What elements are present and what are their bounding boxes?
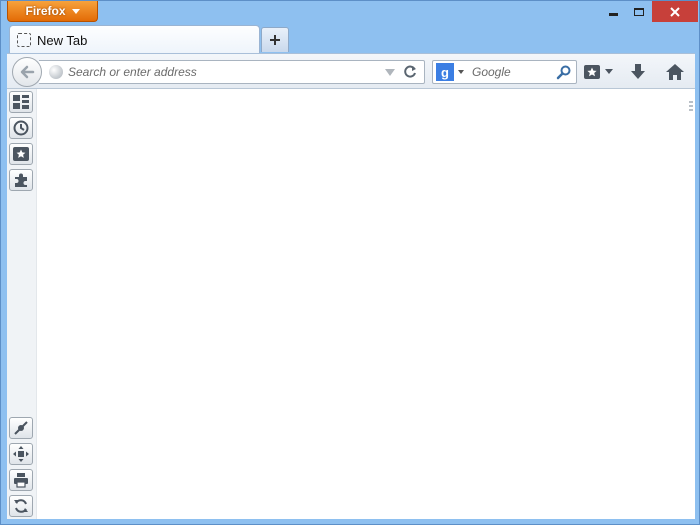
tab-new-tab[interactable]: New Tab bbox=[9, 25, 260, 54]
minimize-icon bbox=[608, 13, 618, 16]
firefox-menu-label: Firefox bbox=[25, 4, 66, 18]
resize-grip-icon[interactable] bbox=[689, 101, 693, 113]
sync-button[interactable] bbox=[9, 495, 33, 517]
close-button[interactable] bbox=[652, 1, 698, 22]
fullscreen-button[interactable] bbox=[9, 443, 33, 465]
sync-icon bbox=[14, 499, 28, 513]
addons-puzzle-icon bbox=[15, 173, 27, 187]
back-button[interactable] bbox=[12, 57, 42, 87]
back-arrow-icon bbox=[20, 65, 35, 79]
home-icon[interactable] bbox=[665, 62, 685, 82]
page-viewport[interactable] bbox=[38, 89, 695, 519]
connect-button[interactable] bbox=[9, 417, 33, 439]
downloads-icon[interactable] bbox=[628, 62, 648, 82]
print-button[interactable] bbox=[9, 469, 33, 491]
side-toolbar bbox=[7, 89, 37, 519]
maximize-icon bbox=[634, 7, 644, 16]
close-icon bbox=[670, 6, 680, 17]
newtab-grid-button[interactable] bbox=[9, 91, 33, 113]
engine-dropdown-icon[interactable] bbox=[458, 70, 464, 74]
minimize-button[interactable] bbox=[600, 1, 626, 22]
newtab-grid-icon bbox=[13, 95, 29, 109]
navigation-toolbar: g bbox=[7, 53, 695, 89]
search-icon[interactable] bbox=[556, 64, 572, 80]
bookmarks-star-icon bbox=[584, 65, 600, 79]
content-area bbox=[7, 89, 695, 519]
print-icon bbox=[14, 473, 28, 488]
connect-icon bbox=[14, 421, 28, 435]
tab-title: New Tab bbox=[37, 32, 88, 48]
firefox-menu-button[interactable]: Firefox bbox=[7, 1, 98, 22]
maximize-button[interactable] bbox=[626, 1, 652, 22]
window-controls bbox=[600, 1, 698, 22]
fullscreen-icon bbox=[13, 446, 29, 462]
blank-page-icon bbox=[17, 33, 31, 47]
history-button[interactable] bbox=[9, 117, 33, 139]
search-engine-icon[interactable]: g bbox=[436, 63, 454, 81]
reload-icon[interactable] bbox=[402, 64, 418, 80]
search-bar[interactable]: g bbox=[432, 60, 577, 84]
caret-down-icon bbox=[71, 8, 80, 14]
history-dropdown-icon[interactable] bbox=[385, 68, 395, 76]
site-identity-icon bbox=[49, 65, 63, 79]
bookmarks-star-icon bbox=[13, 147, 29, 161]
bookmarks-menu-button[interactable] bbox=[583, 62, 615, 82]
caret-down-icon bbox=[605, 69, 613, 74]
history-clock-icon bbox=[13, 120, 29, 136]
url-input[interactable] bbox=[68, 65, 385, 79]
browser-window: Firefox New Tab Search or enter address … bbox=[0, 0, 700, 525]
addons-button[interactable] bbox=[9, 169, 33, 191]
new-tab-button[interactable] bbox=[261, 27, 289, 52]
bookmarks-sidebar-button[interactable] bbox=[9, 143, 33, 165]
plus-icon bbox=[270, 35, 280, 45]
url-bar[interactable] bbox=[39, 60, 425, 84]
search-input[interactable] bbox=[472, 65, 552, 79]
